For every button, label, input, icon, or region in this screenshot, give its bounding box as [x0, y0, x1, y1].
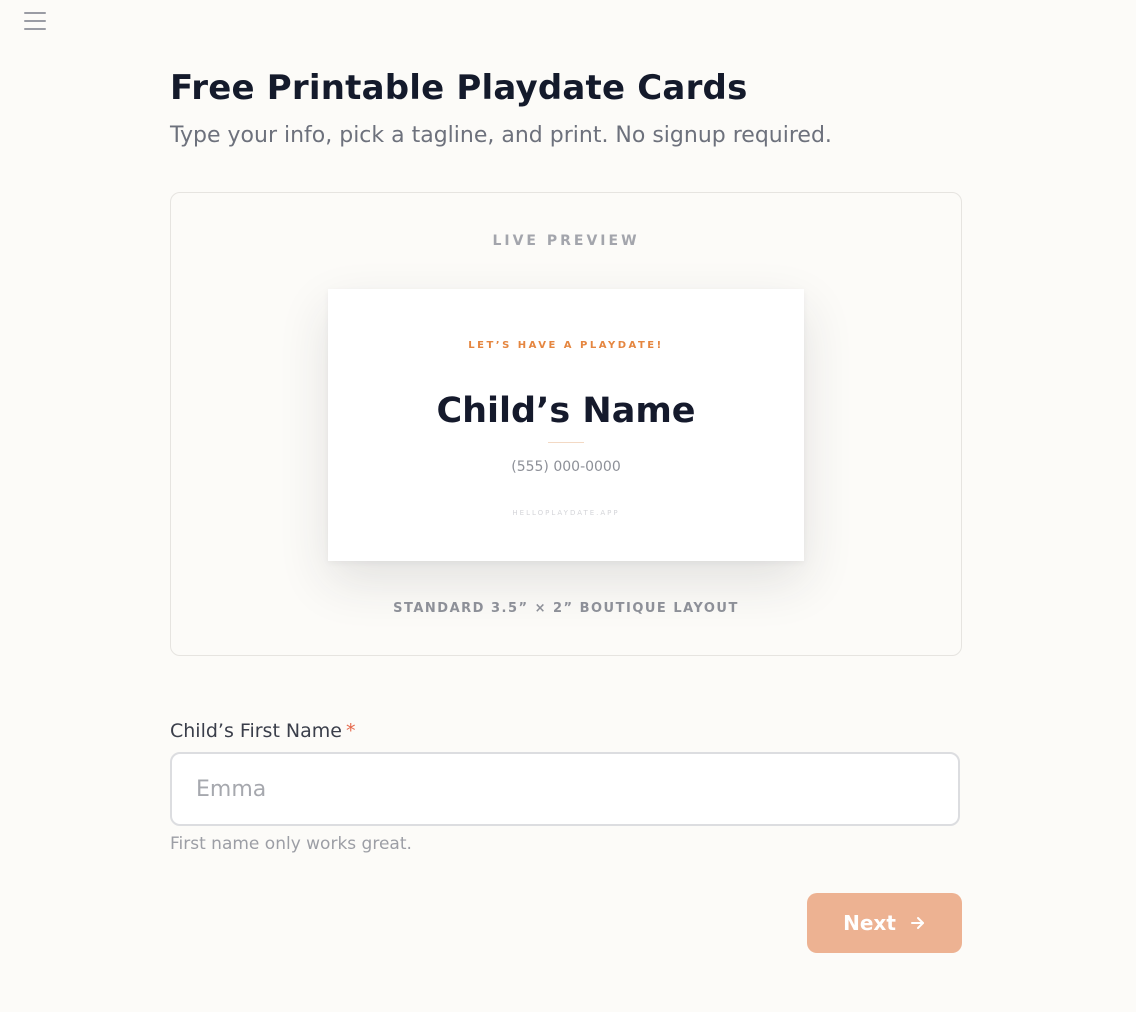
child-first-name-label: Child’s First Name * — [170, 720, 355, 742]
field-label-text: Child’s First Name — [170, 720, 342, 742]
preview-caption: STANDARD 3.5” × 2” BOUTIQUE LAYOUT — [393, 601, 739, 616]
live-preview-panel: LIVE PREVIEW LET’S HAVE A PLAYDATE! Chil… — [170, 192, 962, 656]
page-subtitle: Type your info, pick a tagline, and prin… — [170, 123, 832, 148]
field-hint: First name only works great. — [170, 834, 412, 854]
preview-label: LIVE PREVIEW — [492, 233, 640, 249]
card-divider — [548, 442, 584, 443]
arrow-right-icon — [910, 917, 924, 929]
page-title: Free Printable Playdate Cards — [170, 68, 748, 108]
card-phone: (555) 000-0000 — [511, 459, 621, 475]
menu-line — [24, 28, 46, 30]
required-asterisk: * — [345, 720, 356, 742]
next-button[interactable]: Next — [807, 893, 962, 953]
card-url: HELLOPLAYDATE.APP — [512, 509, 620, 517]
menu-line — [24, 12, 46, 14]
hamburger-menu-icon[interactable] — [24, 12, 46, 30]
menu-line — [24, 20, 46, 22]
playdate-card-preview: LET’S HAVE A PLAYDATE! Child’s Name (555… — [328, 289, 804, 561]
next-button-label: Next — [843, 911, 896, 935]
card-tagline: LET’S HAVE A PLAYDATE! — [468, 340, 664, 351]
child-first-name-input[interactable] — [170, 752, 960, 826]
card-child-name: Child’s Name — [436, 391, 696, 431]
